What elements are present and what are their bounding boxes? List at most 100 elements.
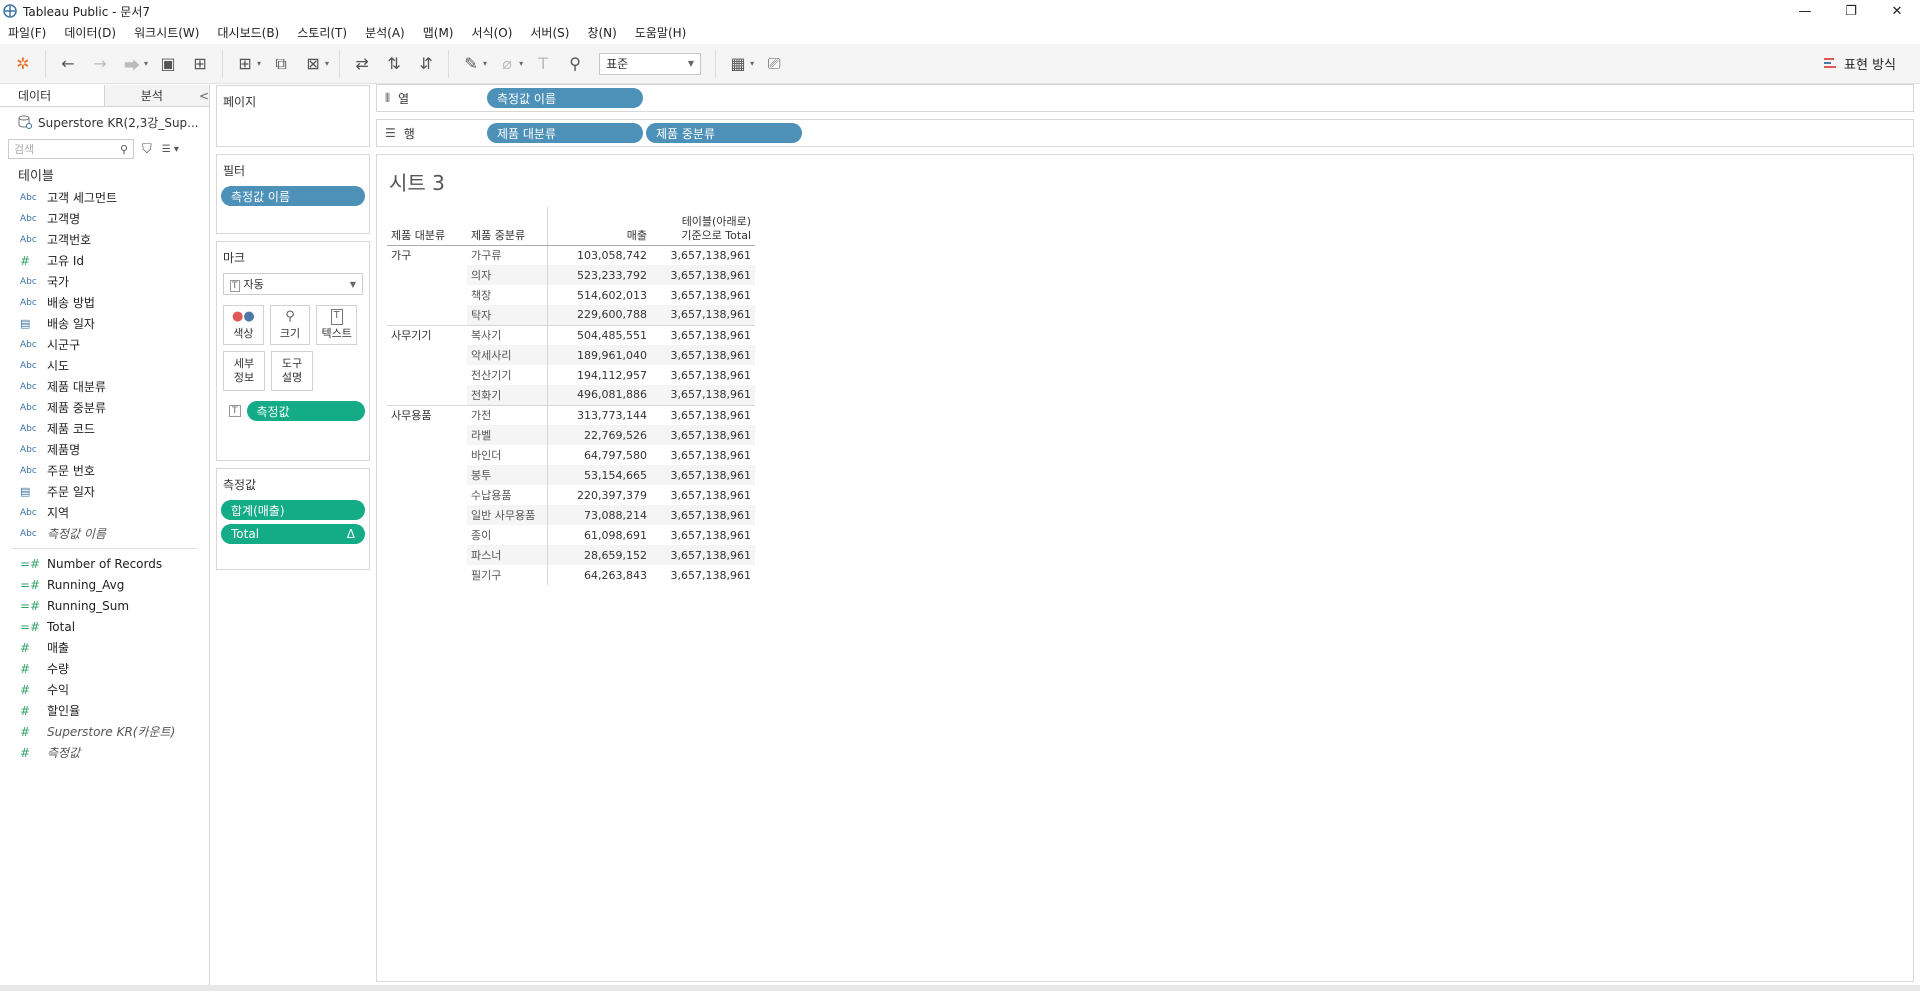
field-item[interactable]: # 매출 [0,637,209,658]
fit-select[interactable]: 표준 ▼ [599,52,702,75]
category-cell[interactable] [387,385,467,405]
menu-item[interactable]: 분석(A) [365,24,405,41]
field-item[interactable]: Abc 측정값 이름 [0,523,209,544]
total-cell[interactable]: 3,657,138,961 [651,525,755,545]
category-cell[interactable] [387,425,467,445]
category-cell[interactable] [387,365,467,385]
filters-card[interactable]: 필터 측정값 이름 [216,154,370,234]
total-cell[interactable]: 3,657,138,961 [651,485,755,505]
menu-item[interactable]: 파일(F) [8,24,46,41]
field-item[interactable]: =# Running_Sum [0,595,209,616]
menu-item[interactable]: 맵(M) [423,24,454,41]
measure-values-card[interactable]: 측정값 합계(매출) Total Δ [216,468,370,570]
subcategory-cell[interactable]: 파스너 [467,545,548,565]
subcategory-cell[interactable]: 탁자 [467,305,548,325]
header-sales[interactable]: 매출 [547,207,651,246]
total-cell[interactable]: 3,657,138,961 [651,565,755,585]
header-total[interactable]: 테이블(아래로) 기준으로 Total [651,207,755,246]
undo-icon[interactable]: ← [55,51,81,77]
subcategory-cell[interactable]: 필기구 [467,565,548,585]
category-cell[interactable]: 가구 [387,244,467,265]
field-item[interactable]: Abc 제품명 [0,439,209,460]
view-options-icon[interactable]: ☰ ▾ [162,144,179,155]
header-subcategory[interactable]: 제품 중분류 [467,207,548,246]
total-cell[interactable]: 3,657,138,961 [651,244,755,265]
label-button[interactable]: T 텍스트 [316,305,358,345]
subcategory-cell[interactable]: 악세사리 [467,345,548,365]
shelf-pill[interactable]: 제품 중분류 [646,123,802,143]
category-cell[interactable] [387,485,467,505]
menu-item[interactable]: 데이터(D) [64,24,116,41]
sales-cell[interactable]: 103,058,742 [547,244,651,265]
redo-icon[interactable]: → [87,51,113,77]
sales-cell[interactable]: 194,112,957 [547,365,651,385]
mark-pill[interactable]: 측정값 [246,401,365,421]
subcategory-cell[interactable]: 봉투 [467,465,548,485]
pin-icon[interactable]: ⚲ [562,51,588,77]
total-cell[interactable]: 3,657,138,961 [651,404,755,425]
caret-icon[interactable]: ▾ [144,59,148,68]
save-icon[interactable]: ▣ [155,51,181,77]
collapse-pane-icon[interactable]: < [198,85,209,106]
menu-item[interactable]: 서버(S) [530,24,569,41]
field-item[interactable]: # 고유 Id [0,250,209,271]
category-cell[interactable] [387,565,467,585]
field-item[interactable]: Abc 시군구 [0,334,209,355]
shelf-pill[interactable]: 제품 대분류 [487,123,643,143]
field-item[interactable]: Abc 고객명 [0,208,209,229]
menu-item[interactable]: 워크시트(W) [134,24,199,41]
category-cell[interactable]: 사무용품 [387,404,467,425]
replay-icon[interactable]: ⮕ [119,51,145,77]
filter-icon[interactable]: ⛉ [142,142,152,157]
field-item[interactable]: Abc 지역 [0,502,209,523]
sales-cell[interactable]: 220,397,379 [547,485,651,505]
total-cell[interactable]: 3,657,138,961 [651,265,755,285]
group-icon[interactable]: ⌀ [494,51,520,77]
field-item[interactable]: =# Number of Records [0,553,209,574]
field-item[interactable]: # 수익 [0,679,209,700]
sales-cell[interactable]: 64,263,843 [547,565,651,585]
category-cell[interactable] [387,285,467,305]
sales-cell[interactable]: 64,797,580 [547,445,651,465]
sales-cell[interactable]: 504,485,551 [547,324,651,345]
menu-item[interactable]: 서식(O) [472,24,513,41]
minimize-button[interactable]: — [1782,0,1828,22]
total-cell[interactable]: 3,657,138,961 [651,465,755,485]
field-item[interactable]: ▤ 주문 일자 [0,481,209,502]
detail-button[interactable]: 세부 정보 [223,351,265,391]
sales-cell[interactable]: 22,769,526 [547,425,651,445]
category-cell[interactable] [387,305,467,325]
field-item[interactable]: Abc 시도 [0,355,209,376]
field-item[interactable]: Abc 주문 번호 [0,460,209,481]
sales-cell[interactable]: 496,081,886 [547,385,651,405]
category-cell[interactable] [387,465,467,485]
total-cell[interactable]: 3,657,138,961 [651,545,755,565]
subcategory-cell[interactable]: 전화기 [467,385,548,405]
category-cell[interactable] [387,525,467,545]
total-cell[interactable]: 3,657,138,961 [651,324,755,345]
field-item[interactable]: Abc 배송 방법 [0,292,209,313]
total-cell[interactable]: 3,657,138,961 [651,345,755,365]
measure-value-pill[interactable]: Total Δ [221,524,365,544]
field-item[interactable]: =# Running_Avg [0,574,209,595]
category-cell[interactable] [387,265,467,285]
shelf-pill[interactable]: 측정값 이름 [487,88,643,108]
subcategory-cell[interactable]: 의자 [467,265,548,285]
subcategory-cell[interactable]: 바인더 [467,445,548,465]
category-cell[interactable] [387,505,467,525]
field-item[interactable]: # Superstore KR(카운트) [0,721,209,742]
sales-cell[interactable]: 73,088,214 [547,505,651,525]
sheet-view[interactable]: 시트 3 제품 대분류 제품 중분류 매출 테이블(아래로) 기준으로 Tota… [376,154,1914,982]
field-item[interactable]: =# Total [0,616,209,637]
field-item[interactable]: Abc 고객 세그먼트 [0,187,209,208]
subcategory-cell[interactable]: 라벨 [467,425,548,445]
swap-icon[interactable]: ⇄ [349,51,375,77]
new-worksheet-icon[interactable]: ⊞ [232,51,258,77]
tab-analysis[interactable]: 분석 [104,85,199,106]
sales-cell[interactable]: 53,154,665 [547,465,651,485]
total-cell[interactable]: 3,657,138,961 [651,445,755,465]
header-category[interactable]: 제품 대분류 [387,207,467,246]
color-button[interactable]: ●● 색상 [223,305,264,345]
field-item[interactable]: Abc 제품 대분류 [0,376,209,397]
duplicate-sheet-icon[interactable]: ⧉ [268,51,294,77]
